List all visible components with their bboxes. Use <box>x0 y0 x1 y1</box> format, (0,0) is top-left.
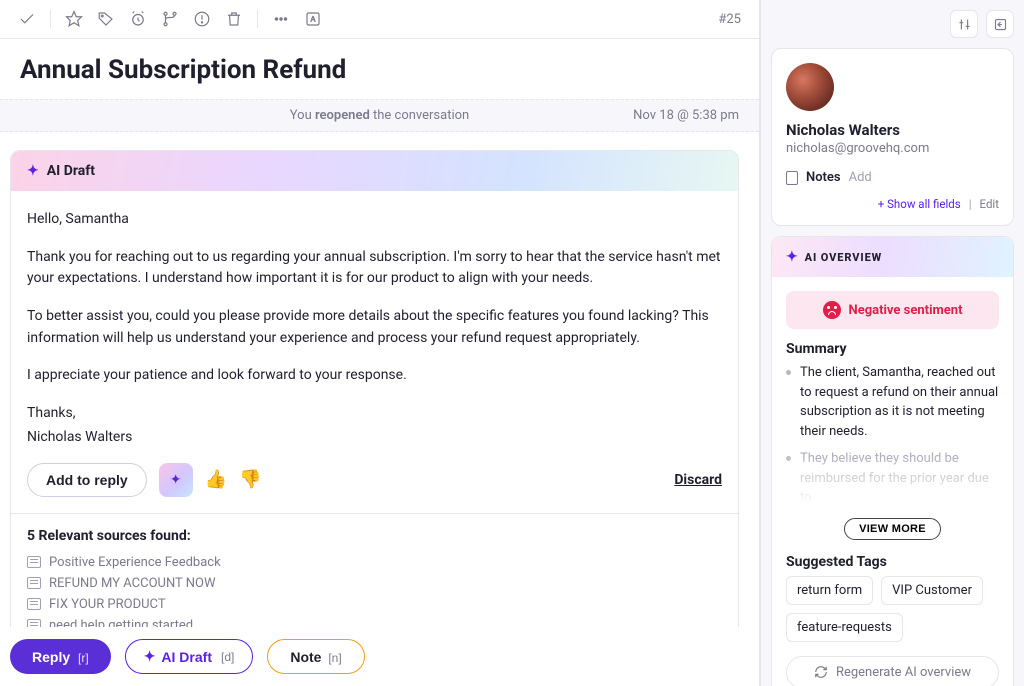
ai-draft-button[interactable]: ✦ AI Draft [d] <box>125 639 254 674</box>
source-item[interactable]: FIX YOUR PRODUCT <box>27 594 722 615</box>
ai-draft-body: Hello, Samantha Thank you for reaching o… <box>11 191 738 463</box>
tag-icon[interactable] <box>97 10 115 28</box>
sliders-icon[interactable] <box>950 10 978 38</box>
banner-text: You reopened the conversation <box>290 108 469 123</box>
draft-greeting: Hello, Samantha <box>27 209 722 231</box>
conversation-scroll[interactable]: ✦ AI Draft Hello, Samantha Thank you for… <box>0 132 759 627</box>
notes-icon <box>786 171 798 185</box>
bottom-actions: Reply [r] ✦ AI Draft [d] Note [n] <box>0 627 759 686</box>
ticket-number: #25 <box>718 12 741 27</box>
customer-card: Nicholas Walters nicholas@groovehq.com N… <box>771 48 1014 226</box>
notes-row: Notes Add <box>786 170 999 185</box>
ai-draft-header: ✦ AI Draft <box>11 151 738 191</box>
sparkle-icon: ✦ <box>786 249 799 265</box>
conversation-icon <box>27 556 41 568</box>
conversation-icon <box>27 619 41 627</box>
ai-draft-actions: Add to reply ✦ 👍 👎 Discard <box>11 463 738 513</box>
avatar[interactable] <box>786 63 834 111</box>
ai-overview-card: ✦ AI OVERVIEW Negative sentiment Summary… <box>771 236 1014 686</box>
reply-button[interactable]: Reply [r] <box>10 639 111 674</box>
summary-bullets: The client, Samantha, reached out to req… <box>786 363 999 508</box>
snooze-icon[interactable] <box>129 10 147 28</box>
sources-title: 5 Relevant sources found: <box>27 528 722 544</box>
ai-draft-header-label: AI Draft <box>47 163 95 179</box>
customer-email: nicholas@groovehq.com <box>786 141 999 156</box>
trash-icon[interactable] <box>225 10 243 28</box>
check-icon[interactable] <box>18 10 36 28</box>
summary-item: The client, Samantha, reached out to req… <box>786 363 999 441</box>
customer-name: Nicholas Walters <box>786 121 999 139</box>
summary-label: Summary <box>786 341 999 357</box>
page-title: Annual Subscription Refund <box>20 55 739 85</box>
tag[interactable]: return form <box>786 576 873 605</box>
view-more-button[interactable]: VIEW MORE <box>844 518 941 540</box>
translate-icon[interactable] <box>304 10 322 28</box>
toolbar: #25 <box>0 0 759 39</box>
reopen-banner: You reopened the conversation Nov 18 @ 5… <box>0 99 759 132</box>
summary-item: They believe they should be reimbursed f… <box>786 449 999 508</box>
source-item[interactable]: Positive Experience Feedback <box>27 552 722 573</box>
branch-icon[interactable] <box>161 10 179 28</box>
tag[interactable]: VIP Customer <box>881 576 983 605</box>
conversation-icon <box>27 598 41 610</box>
banner-timestamp: Nov 18 @ 5:38 pm <box>633 108 739 123</box>
sources-section: 5 Relevant sources found: Positive Exper… <box>11 513 738 628</box>
expand-icon[interactable] <box>986 10 1014 38</box>
conversation-icon <box>27 577 41 589</box>
sparkle-icon: ✦ <box>144 648 156 665</box>
note-button[interactable]: Note [n] <box>267 639 364 674</box>
thumbs-up-icon[interactable]: 👍 <box>205 469 227 490</box>
tag[interactable]: feature-requests <box>786 613 903 642</box>
suggested-tags: return form VIP Customer feature-request… <box>786 576 999 642</box>
ai-overview-header: ✦ AI OVERVIEW <box>772 237 1013 277</box>
discard-button[interactable]: Discard <box>674 472 722 488</box>
draft-signature: Nicholas Walters <box>27 427 722 449</box>
draft-p1: Thank you for reaching out to us regardi… <box>27 247 722 290</box>
regenerate-draft-button[interactable]: ✦ <box>159 463 193 497</box>
notes-label: Notes <box>806 170 841 185</box>
draft-p2: To better assist you, could you please p… <box>27 306 722 349</box>
main-panel: #25 Annual Subscription Refund You reope… <box>0 0 760 686</box>
star-icon[interactable] <box>65 10 83 28</box>
sidebar: Nicholas Walters nicholas@groovehq.com N… <box>760 0 1024 686</box>
thumbs-down-icon[interactable]: 👎 <box>239 469 261 490</box>
source-item[interactable]: REFUND MY ACCOUNT NOW <box>27 573 722 594</box>
sad-face-icon <box>823 301 841 319</box>
ai-draft-card: ✦ AI Draft Hello, Samantha Thank you for… <box>10 150 739 627</box>
draft-p3: I appreciate your patience and look forw… <box>27 365 722 387</box>
source-item[interactable]: need help getting started <box>27 615 722 628</box>
sparkle-icon: ✦ <box>27 163 39 179</box>
add-note-link[interactable]: Add <box>849 170 872 185</box>
show-all-fields-link[interactable]: + Show all fields <box>878 197 961 211</box>
suggested-tags-label: Suggested Tags <box>786 554 999 570</box>
sentiment-badge: Negative sentiment <box>786 291 999 329</box>
regenerate-overview-button[interactable]: Regenerate AI overview <box>786 656 999 686</box>
more-icon[interactable] <box>272 10 290 28</box>
spam-icon[interactable] <box>193 10 211 28</box>
edit-customer-link[interactable]: Edit <box>980 197 999 211</box>
add-to-reply-button[interactable]: Add to reply <box>27 463 147 497</box>
draft-signoff: Thanks, <box>27 403 722 425</box>
